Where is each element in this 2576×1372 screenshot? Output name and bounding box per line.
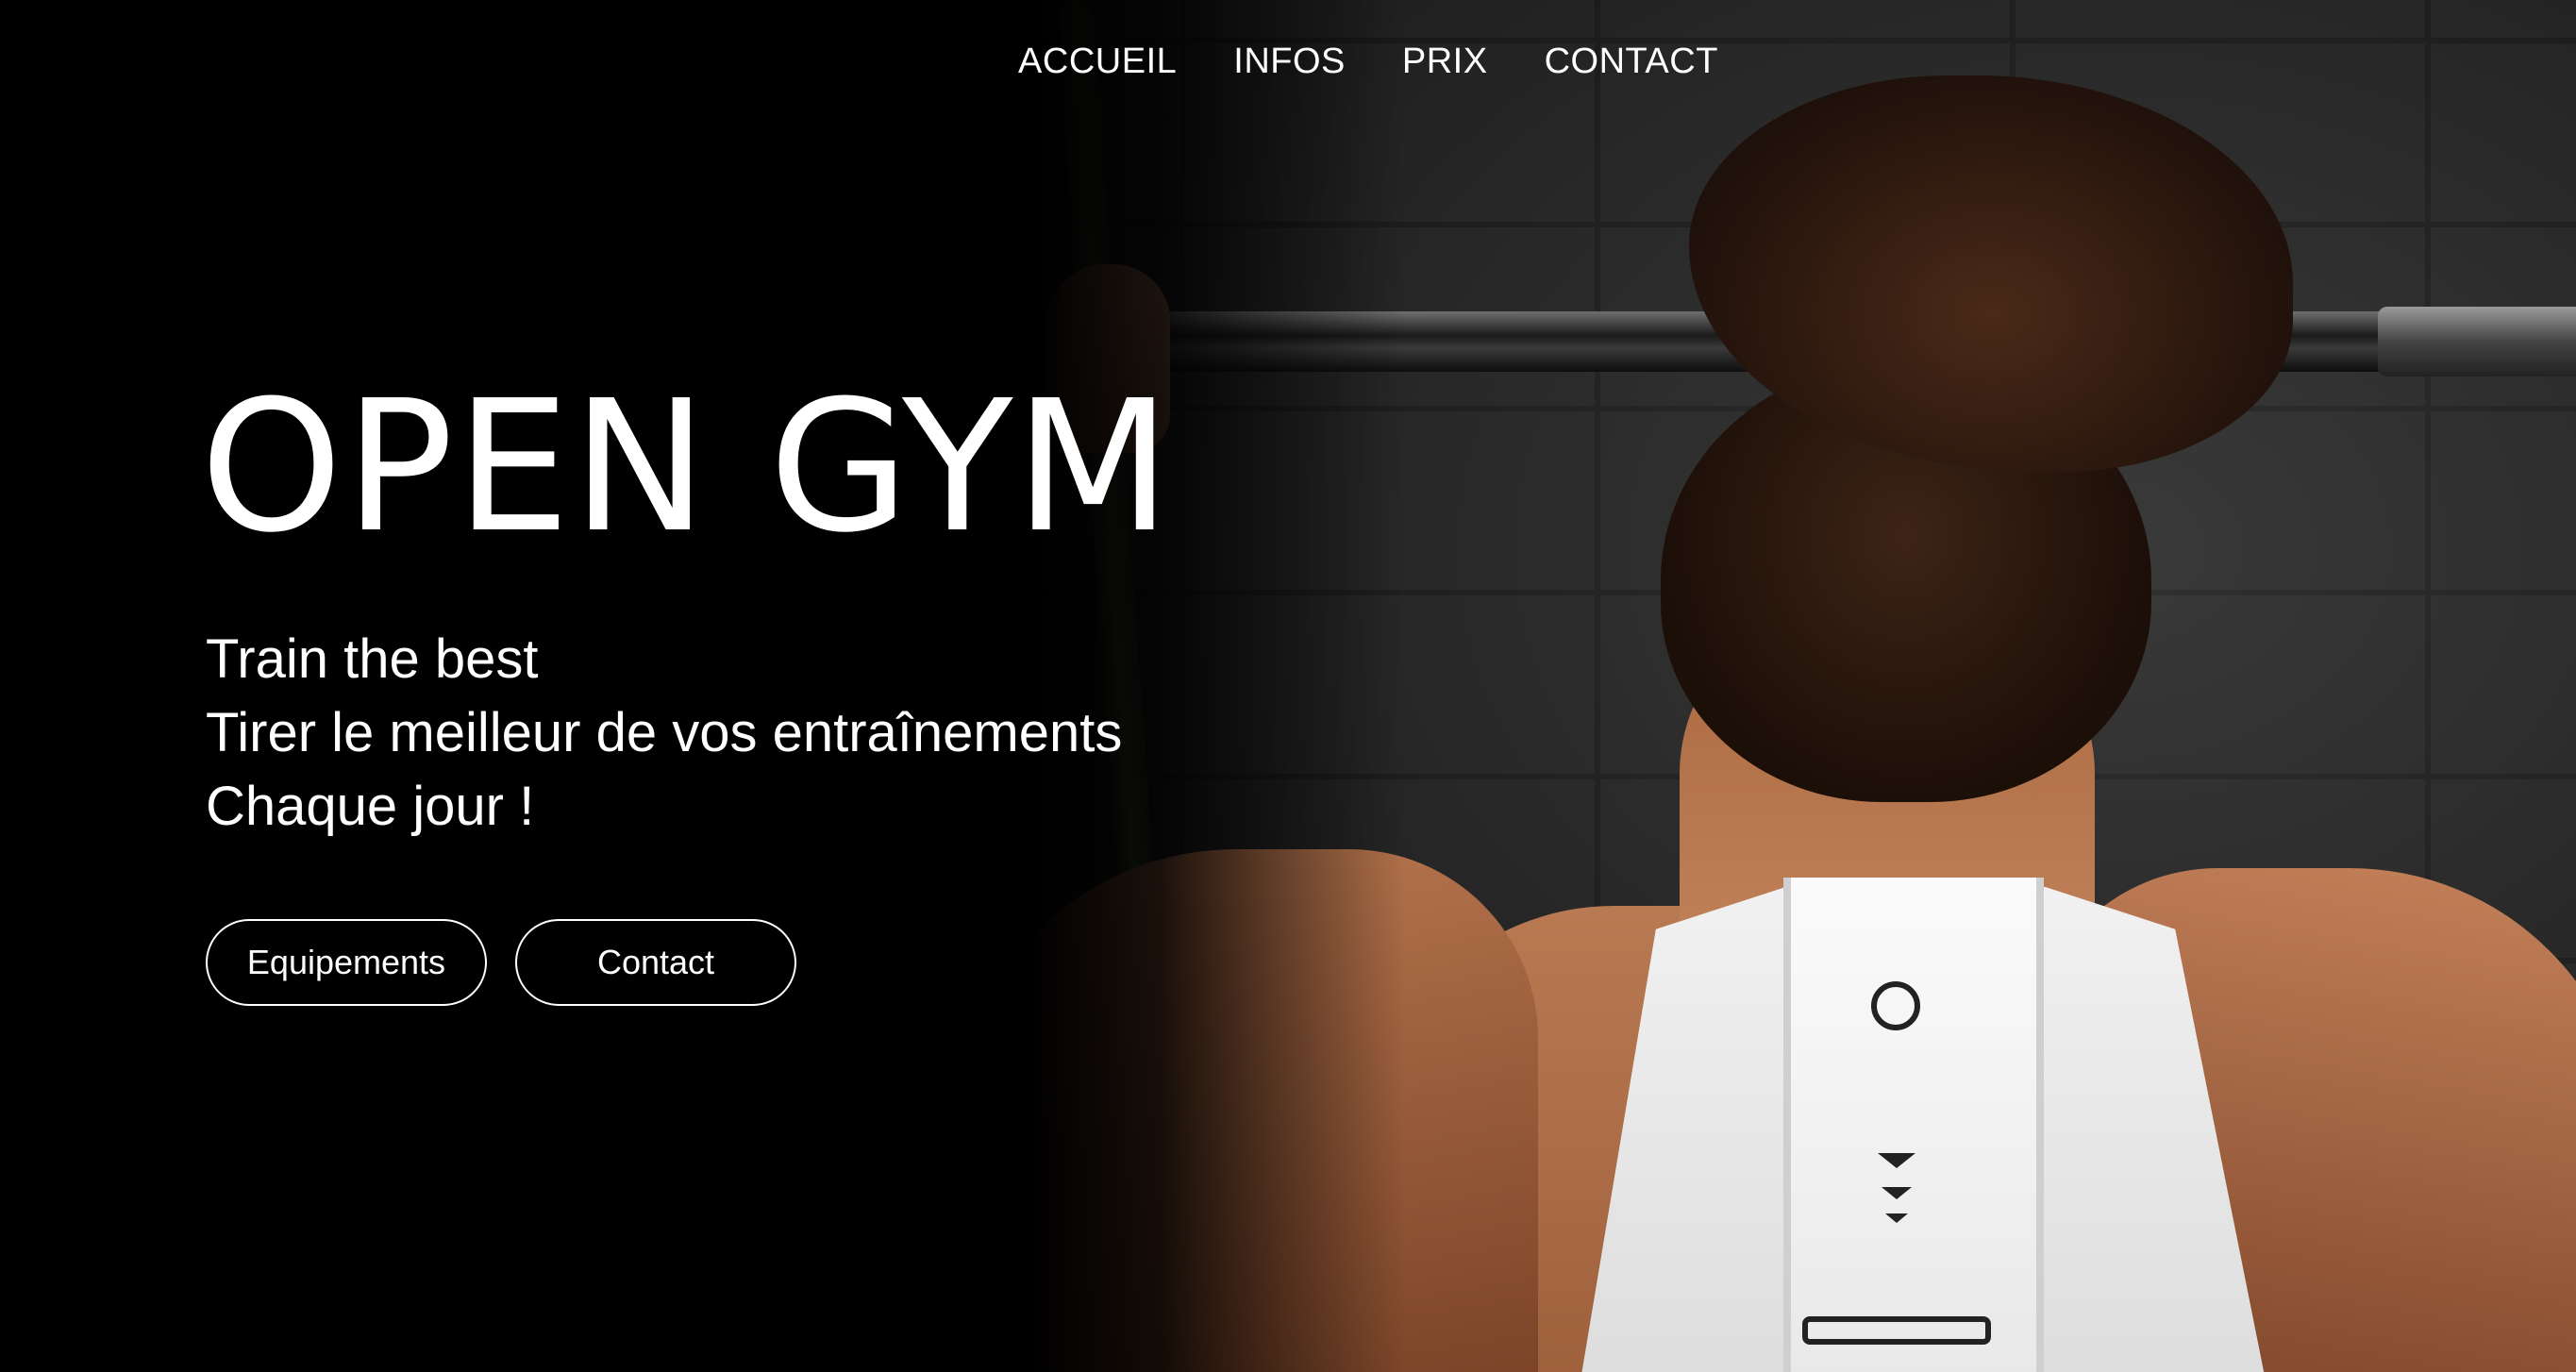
tank-logo-icon: [1871, 981, 1920, 1030]
nav-link-accueil[interactable]: ACCUEIL: [1018, 42, 1177, 82]
contact-button[interactable]: Contact: [515, 919, 796, 1006]
hero-tagline-line-2: Tirer le meilleur de vos entraînements: [206, 702, 1123, 763]
nav-link-prix[interactable]: PRIX: [1402, 42, 1488, 82]
hero-tagline-line-1: Train the best: [206, 628, 539, 690]
hero-tagline-line-3: Chaque jour !: [206, 776, 535, 837]
tank-top-strap: [1783, 878, 2044, 1372]
hero-tagline: Train the best Tirer le meilleur de vos …: [206, 623, 1122, 844]
tank-tag: [1802, 1316, 1991, 1345]
hero-photo-woman-barbell: [1029, 0, 2576, 1372]
arrow-down-icon: [1878, 1153, 1915, 1168]
landing-page: ACCUEIL INFOS PRIX CONTACT OPEN GYM Trai…: [0, 0, 2576, 1372]
hero-title: OPEN GYM: [200, 362, 1174, 573]
hero-buttons: Equipements Contact: [206, 919, 796, 1006]
equipements-button[interactable]: Equipements: [206, 919, 487, 1006]
barbell-sleeve: [2378, 307, 2576, 376]
nav-link-contact[interactable]: CONTACT: [1545, 42, 1718, 82]
arrow-down-icon: [1885, 1213, 1908, 1223]
nav-link-infos[interactable]: INFOS: [1233, 42, 1346, 82]
arrow-down-icon: [1882, 1187, 1912, 1199]
main-nav: ACCUEIL INFOS PRIX CONTACT: [0, 42, 2576, 82]
